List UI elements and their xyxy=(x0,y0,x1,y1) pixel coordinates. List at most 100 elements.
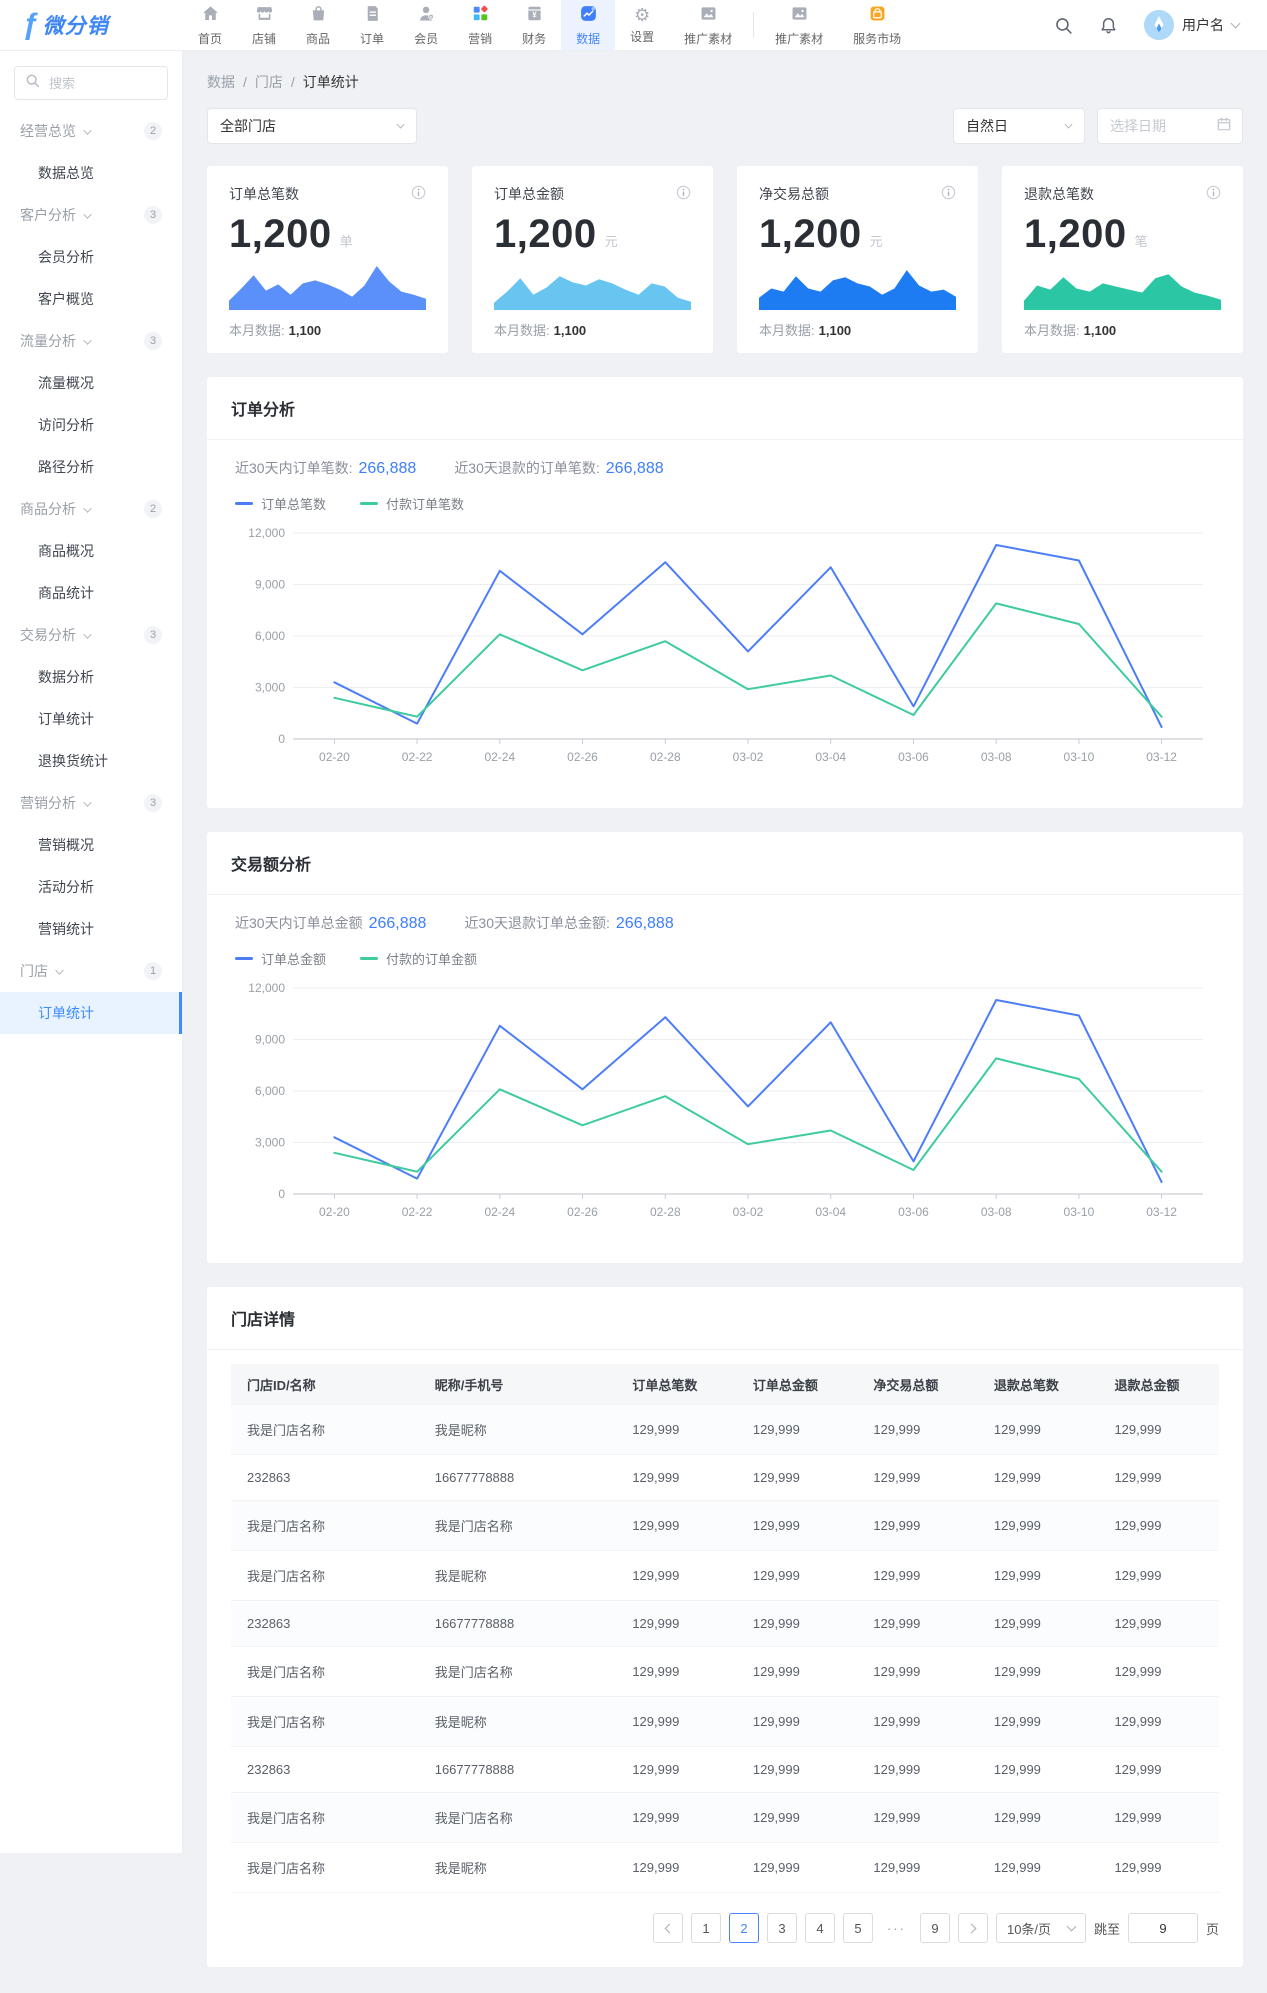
sidebar-item-流量概况[interactable]: 流量概况 xyxy=(0,362,182,404)
legend-item-订单总笔数[interactable]: 订单总笔数 xyxy=(235,494,326,513)
table-cell: 129,999 xyxy=(737,1405,858,1455)
store-select[interactable]: 全部门店 xyxy=(207,108,417,144)
sidebar-item-订单统计[interactable]: 订单统计 xyxy=(0,698,182,740)
table-cell: 129,999 xyxy=(978,1405,1099,1455)
jump-page-input[interactable] xyxy=(1128,1913,1198,1943)
svg-text:0: 0 xyxy=(278,732,285,746)
table-cell: 129,999 xyxy=(978,1551,1099,1601)
table-cell: 129,999 xyxy=(737,1455,858,1501)
date-picker[interactable] xyxy=(1097,108,1243,144)
info-icon[interactable] xyxy=(1206,185,1221,203)
sidebar-group-label: 营销分析 xyxy=(20,793,76,813)
sidebar-group-经营总览[interactable]: 经营总览 2 xyxy=(0,110,182,152)
nav-item-settings[interactable]: ⚙ 设置 xyxy=(615,0,669,50)
table-cell: 129,999 xyxy=(978,1501,1099,1551)
nav-item-marketing[interactable]: 营销 xyxy=(453,0,507,50)
sidebar-search[interactable] xyxy=(14,66,168,100)
sidebar-group-门店[interactable]: 门店 1 xyxy=(0,950,182,992)
breadcrumb: 数据 / 门店 / 订单统计 xyxy=(207,50,1243,92)
table-cell: 129,999 xyxy=(737,1501,858,1551)
svg-text:02-26: 02-26 xyxy=(567,1205,598,1219)
page-button-2[interactable]: 2 xyxy=(729,1913,759,1943)
info-icon[interactable] xyxy=(676,185,691,203)
sidebar-item-商品统计[interactable]: 商品统计 xyxy=(0,572,182,614)
nav-item-goods[interactable]: 商品 xyxy=(291,0,345,50)
legend-item-付款的订单金额[interactable]: 付款的订单金额 xyxy=(360,949,477,968)
svg-text:03-10: 03-10 xyxy=(1064,1205,1095,1219)
legend-item-付款订单笔数[interactable]: 付款订单笔数 xyxy=(360,494,464,513)
svg-text:02-24: 02-24 xyxy=(484,1205,515,1219)
sidebar-group-流量分析[interactable]: 流量分析 3 xyxy=(0,320,182,362)
stat-card-title: 订单总笔数 xyxy=(229,184,299,204)
table-cell: 129,999 xyxy=(978,1697,1099,1747)
sidebar-search-input[interactable] xyxy=(47,75,157,92)
page-button-5[interactable]: 5 xyxy=(843,1913,873,1943)
page-button-9[interactable]: 9 xyxy=(920,1913,950,1943)
member-icon xyxy=(417,4,436,28)
svg-text:12,000: 12,000 xyxy=(248,981,285,995)
breadcrumb-data[interactable]: 数据 xyxy=(207,72,235,92)
svg-text:03-04: 03-04 xyxy=(815,1205,846,1219)
table-cell: 我是昵称 xyxy=(419,1843,617,1893)
date-picker-input[interactable] xyxy=(1108,117,1216,135)
sidebar-group-商品分析[interactable]: 商品分析 2 xyxy=(0,488,182,530)
sidebar-item-商品概况[interactable]: 商品概况 xyxy=(0,530,182,572)
stat-card-unit: 元 xyxy=(605,231,618,254)
chevron-down-icon xyxy=(1067,1921,1077,1931)
app-logo[interactable]: ƒ 微分销 xyxy=(0,10,183,40)
table-cell: 129,999 xyxy=(978,1455,1099,1501)
period-select[interactable]: 自然日 xyxy=(953,108,1085,144)
user-menu[interactable]: 用户名 xyxy=(1144,10,1239,40)
legend-label: 付款订单笔数 xyxy=(386,494,464,513)
sidebar-item-数据总览[interactable]: 数据总览 xyxy=(0,152,182,194)
sidebar-menu: 经营总览 2数据总览客户分析 3会员分析客户概览流量分析 3流量概况访问分析路径… xyxy=(0,110,182,1034)
svg-text:03-06: 03-06 xyxy=(898,1205,929,1219)
sidebar-item-数据分析[interactable]: 数据分析 xyxy=(0,656,182,698)
info-icon[interactable] xyxy=(411,185,426,203)
sidebar-item-路径分析[interactable]: 路径分析 xyxy=(0,446,182,488)
page-size-select[interactable]: 10条/页 xyxy=(996,1913,1086,1943)
prev-page-button[interactable] xyxy=(653,1913,683,1943)
sidebar-item-会员分析[interactable]: 会员分析 xyxy=(0,236,182,278)
nav-item-home[interactable]: 首页 xyxy=(183,0,237,50)
info-icon[interactable] xyxy=(941,185,956,203)
sidebar-group-营销分析[interactable]: 营销分析 3 xyxy=(0,782,182,824)
chevron-down-icon xyxy=(1065,120,1073,128)
column-header-订单总金额: 订单总金额 xyxy=(737,1364,858,1405)
nav-item-finance[interactable]: ¥ 财务 xyxy=(507,0,561,50)
search-icon[interactable] xyxy=(1054,16,1073,35)
breadcrumb-store[interactable]: 门店 xyxy=(255,72,283,92)
table-cell: 232863 xyxy=(231,1747,419,1793)
trade-stats-line: 近30天内订单总金额266,888 近30天退款订单总金额:266,888 xyxy=(235,913,1215,933)
page-button-1[interactable]: 1 xyxy=(691,1913,721,1943)
nav-item-material2[interactable]: 推广素材 xyxy=(760,0,838,50)
nav-item-data[interactable]: 数据 xyxy=(561,0,615,50)
nav-item-material[interactable]: 推广素材 xyxy=(669,0,747,50)
legend-item-订单总金额[interactable]: 订单总金额 xyxy=(235,949,326,968)
page-button-3[interactable]: 3 xyxy=(767,1913,797,1943)
sidebar-item-营销统计[interactable]: 营销统计 xyxy=(0,908,182,950)
next-page-button[interactable] xyxy=(958,1913,988,1943)
store-select-value: 全部门店 xyxy=(220,116,276,136)
sidebar-group-交易分析[interactable]: 交易分析 3 xyxy=(0,614,182,656)
sidebar-item-退换货统计[interactable]: 退换货统计 xyxy=(0,740,182,782)
breadcrumb-separator: / xyxy=(291,74,295,90)
notification-bell-icon[interactable] xyxy=(1099,16,1118,35)
avatar xyxy=(1144,10,1174,40)
sidebar-group-客户分析[interactable]: 客户分析 3 xyxy=(0,194,182,236)
nav-item-order[interactable]: 订单 xyxy=(345,0,399,50)
table-cell: 129,999 xyxy=(857,1455,978,1501)
legend-label: 付款的订单金额 xyxy=(386,949,477,968)
sidebar-item-营销概况[interactable]: 营销概况 xyxy=(0,824,182,866)
column-header-门店ID/名称: 门店ID/名称 xyxy=(231,1364,419,1405)
sidebar-item-活动分析[interactable]: 活动分析 xyxy=(0,866,182,908)
sidebar-item-订单统计[interactable]: 订单统计 xyxy=(0,992,182,1034)
page-button-4[interactable]: 4 xyxy=(805,1913,835,1943)
nav-item-shop[interactable]: 店铺 xyxy=(237,0,291,50)
stat-card-净交易总额: 净交易总额 1,200 元 本月数据:1,100 xyxy=(737,166,978,353)
sidebar-item-客户概览[interactable]: 客户概览 xyxy=(0,278,182,320)
nav-item-member[interactable]: 会员 xyxy=(399,0,453,50)
sidebar-item-访问分析[interactable]: 访问分析 xyxy=(0,404,182,446)
svg-text:6,000: 6,000 xyxy=(255,629,285,643)
nav-item-market[interactable]: 服务市场 xyxy=(838,0,916,50)
